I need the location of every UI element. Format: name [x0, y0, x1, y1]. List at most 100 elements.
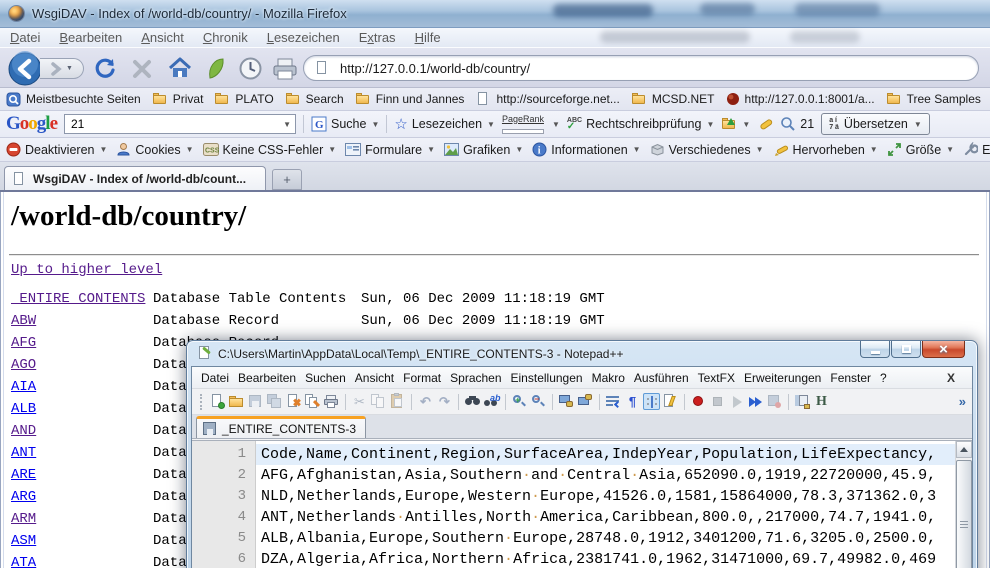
npp-menu-erweiterungen[interactable]: Erweiterungen [744, 371, 821, 385]
npp-menu-datei[interactable]: Datei [201, 371, 229, 385]
close-all-icon[interactable] [304, 393, 321, 410]
notepad-editor[interactable]: 1 2 3 4 5 6 Code,Name,Continent,Region,S… [192, 440, 972, 568]
print-button[interactable] [272, 57, 298, 81]
undo-icon[interactable]: ↶ [417, 393, 434, 410]
word-wrap-icon[interactable] [605, 393, 622, 410]
code-line[interactable]: ANT,Netherlands·Antilles,North·America,C… [256, 507, 955, 528]
print-icon[interactable] [323, 393, 340, 410]
copy-icon[interactable] [370, 393, 387, 410]
country-link-afg[interactable]: AFG [11, 335, 36, 351]
css-menu[interactable]: CSS Keine CSS-Fehler▼ [203, 143, 337, 157]
npp-menu-bearbeiten[interactable]: Bearbeiten [238, 371, 296, 385]
forward-button[interactable]: ▼ [40, 58, 84, 79]
highlighter-button[interactable] [757, 116, 773, 132]
groesse-menu[interactable]: Größe▼ [887, 142, 954, 157]
close-file-icon[interactable] [285, 393, 302, 410]
pagerank-widget[interactable]: PageRank [502, 115, 544, 134]
document-tab[interactable]: _ENTIRE_CONTENTS-3 [196, 416, 366, 438]
menu-bearbeiten[interactable]: Bearbeiten [59, 30, 122, 45]
textfx-icon[interactable]: H [813, 393, 830, 410]
macro-save-icon[interactable] [766, 393, 783, 410]
country-link-and[interactable]: AND [11, 423, 36, 439]
google-suche-button[interactable]: G Suche▼ [311, 116, 379, 132]
code-line[interactable]: DZA,Algeria,Africa,Northern·Africa,23817… [256, 549, 955, 568]
extras-menu[interactable]: Extras▼ [963, 142, 990, 157]
bookmark-folder-mcsd[interactable]: MCSD.NET [631, 91, 715, 107]
menu-extras[interactable]: Extras [359, 30, 396, 45]
macro-stop-icon[interactable] [709, 393, 726, 410]
url-bar[interactable] [303, 55, 979, 81]
document-close-x[interactable]: X [947, 371, 955, 385]
minimize-button[interactable] [860, 341, 890, 358]
macro-record-icon[interactable] [690, 393, 707, 410]
npp-menu-makro[interactable]: Makro [592, 371, 625, 385]
feedly-leaf-icon[interactable] [206, 57, 226, 80]
google-search-input[interactable] [69, 116, 282, 132]
uebersetzen-button[interactable]: a í 7 ä Übersetzen▼ [821, 113, 930, 135]
bookmark-localhost-8001[interactable]: http://127.0.0.1:8001/a... [726, 92, 875, 106]
vertical-scrollbar[interactable] [955, 441, 972, 568]
menu-chronik[interactable]: Chronik [203, 30, 248, 45]
informationen-menu[interactable]: i Informationen▼ [532, 142, 640, 157]
back-button[interactable] [7, 51, 43, 87]
bookmark-folder-privat[interactable]: Privat [152, 91, 204, 107]
menu-datei[interactable]: Datei [10, 30, 40, 45]
deaktivieren-menu[interactable]: Deaktivieren▼ [6, 142, 107, 157]
save-all-icon[interactable] [266, 393, 283, 410]
country-link-alb[interactable]: ALB [11, 401, 36, 417]
country-link-ago[interactable]: AGO [11, 357, 36, 373]
macro-run-multiple-icon[interactable] [747, 393, 764, 410]
doc-switcher-icon[interactable] [794, 393, 811, 410]
new-tab-button[interactable]: + [272, 169, 302, 190]
history-dropdown-icon[interactable]: ▼ [66, 65, 73, 72]
reload-button[interactable] [94, 57, 117, 80]
npp-menu-format[interactable]: Format [403, 371, 441, 385]
npp-menu-einstellungen[interactable]: Einstellungen [511, 371, 583, 385]
grafiken-menu[interactable]: Grafiken▼ [444, 143, 523, 157]
npp-menu-ansicht[interactable]: Ansicht [355, 371, 394, 385]
code-line[interactable]: ALB,Albania,Europe,Southern·Europe,28748… [256, 528, 955, 549]
code-line[interactable]: NLD,Netherlands,Europe,Western·Europe,41… [256, 486, 955, 507]
sync-horizontal-icon[interactable] [577, 393, 594, 410]
bookmark-folder-search[interactable]: Search [285, 91, 344, 107]
cut-icon[interactable]: ✂ [351, 393, 368, 410]
country-link-abw[interactable]: ABW [11, 313, 36, 329]
replace-icon[interactable]: ab [483, 393, 500, 410]
formulare-menu[interactable]: Formulare▼ [345, 143, 435, 157]
country-link-aia[interactable]: AIA [11, 379, 36, 395]
bookmark-folder-plato[interactable]: PLATO [214, 91, 273, 107]
bookmark-folder-finn-und-jannes[interactable]: Finn und Jannes [355, 91, 465, 107]
redo-icon[interactable]: ↷ [436, 393, 453, 410]
find-icon[interactable] [464, 393, 481, 410]
user-define-icon[interactable] [662, 393, 679, 410]
history-clock-icon[interactable] [238, 56, 263, 81]
url-input[interactable] [338, 60, 968, 77]
country-link-arg[interactable]: ARG [11, 489, 36, 505]
menu-hilfe[interactable]: Hilfe [415, 30, 441, 45]
bookmark-sourceforge[interactable]: http://sourceforge.net... [475, 91, 619, 107]
scrollbar-thumb[interactable] [956, 460, 972, 568]
stop-button[interactable] [131, 58, 153, 80]
indent-guide-icon[interactable] [643, 393, 660, 410]
bookmark-folder-tree-samples[interactable]: Tree Samples [886, 91, 981, 107]
toolbar-overflow-chevron[interactable]: » [959, 394, 968, 409]
send-to-button[interactable]: ▼ [721, 116, 750, 132]
verschiedenes-menu[interactable]: Verschiedenes▼ [650, 143, 764, 157]
save-icon[interactable] [247, 393, 264, 410]
maximize-button[interactable] [891, 341, 921, 358]
menu-ansicht[interactable]: Ansicht [141, 30, 184, 45]
zoom-in-icon[interactable]: + [511, 393, 528, 410]
home-button[interactable] [168, 57, 192, 80]
google-lesezeichen-button[interactable]: ☆ Lesezeichen▼ [394, 115, 495, 133]
country-link-ata[interactable]: ATA [11, 555, 36, 568]
close-button[interactable]: × [922, 341, 965, 358]
code-line[interactable]: AFG,Afghanistan,Asia,Southern·and·Centra… [256, 465, 955, 486]
open-file-icon[interactable] [228, 393, 245, 410]
npp-menu-fenster[interactable]: Fenster [830, 371, 871, 385]
sync-vertical-icon[interactable] [558, 393, 575, 410]
macro-play-icon[interactable] [728, 393, 745, 410]
word-find-button[interactable]: 21 [780, 116, 814, 132]
npp-menu-sprachen[interactable]: Sprachen [450, 371, 501, 385]
cookies-menu[interactable]: Cookies▼ [116, 142, 193, 157]
hervorheben-menu[interactable]: Hervorheben▼ [773, 143, 878, 157]
